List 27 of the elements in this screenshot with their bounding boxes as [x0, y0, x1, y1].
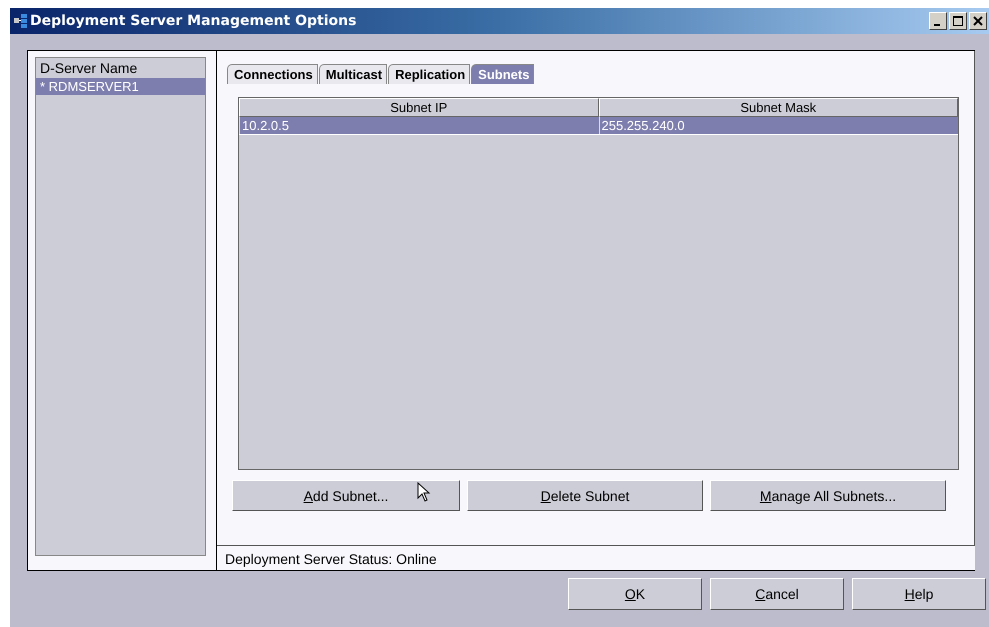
action-button[interactable]: Manage All Subnets...	[710, 480, 946, 511]
list-header: D-Server Name	[39, 59, 138, 78]
tab[interactable]: Connections	[227, 64, 318, 84]
maximize-icon	[953, 16, 963, 26]
window-title: Deployment Server Management Options	[30, 13, 358, 29]
maximize-button[interactable]	[949, 12, 967, 30]
minimize-icon	[934, 24, 940, 26]
table-cell: 10.2.0.5	[239, 117, 598, 134]
network-icon	[13, 13, 29, 29]
table-cell: 255.255.240.0	[598, 117, 958, 134]
tab[interactable]: Multicast	[318, 64, 388, 84]
column-header[interactable]: Subnet Mask	[598, 98, 958, 117]
dialog-button[interactable]: OK	[568, 578, 702, 610]
minimize-button[interactable]	[929, 12, 947, 30]
status-text: Deployment Server Status: Online	[224, 550, 438, 569]
column-header[interactable]: Subnet IP	[239, 98, 598, 117]
mouse-pointer-icon	[417, 482, 431, 502]
dialog-button[interactable]: Help	[852, 578, 986, 610]
action-button[interactable]: Delete Subnet	[467, 480, 703, 511]
server-item[interactable]: * RDMSERVER1	[36, 78, 205, 95]
dialog-button[interactable]: Cancel	[710, 578, 844, 610]
close-button[interactable]	[969, 12, 987, 30]
action-button[interactable]: Add Subnet...	[232, 480, 460, 511]
tab[interactable]: Replication	[388, 64, 470, 84]
close-icon	[973, 16, 983, 26]
table-row[interactable]: 10.2.0.5 255.255.240.0	[239, 117, 958, 135]
tab[interactable]: Subnets	[471, 64, 534, 84]
